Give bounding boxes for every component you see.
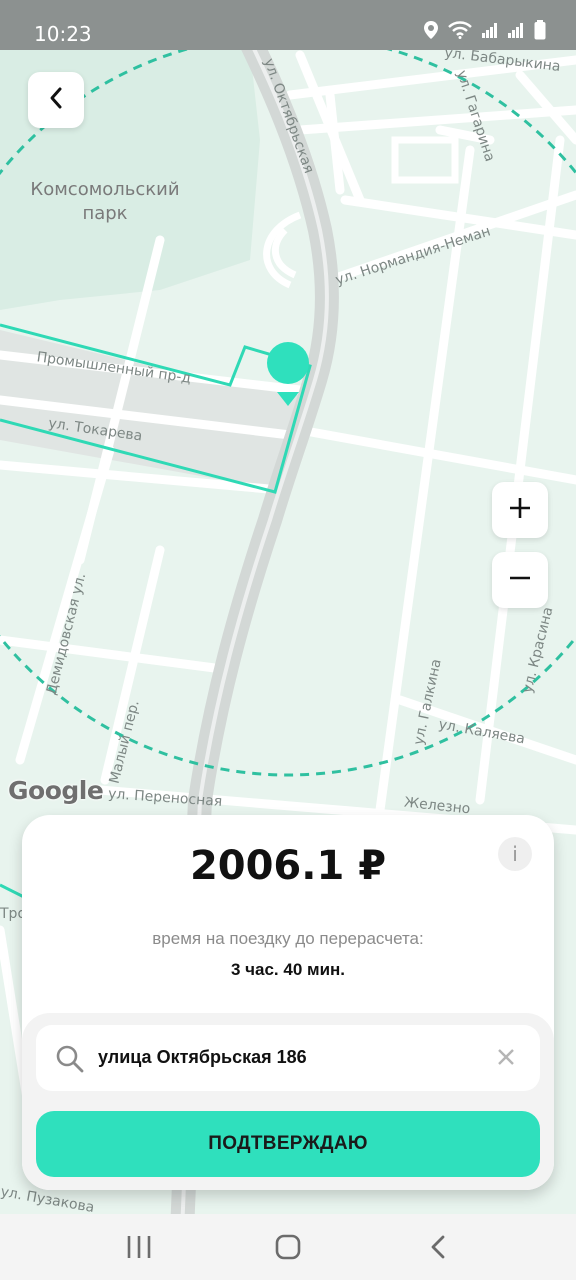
chevron-left-icon — [48, 86, 64, 115]
status-bar: 10:23 — [0, 0, 576, 50]
back-button[interactable] — [28, 72, 84, 128]
plus-icon — [508, 496, 532, 525]
wifi-icon — [448, 21, 472, 44]
system-nav-bar — [0, 1214, 576, 1280]
search-icon — [56, 1045, 84, 1078]
location-marker — [267, 342, 309, 384]
info-button[interactable]: i — [498, 837, 532, 871]
location-icon — [424, 21, 438, 44]
address-panel: улица Октябрьская 186 ПОДТВЕРЖДАЮ — [22, 1013, 554, 1190]
battery-icon — [534, 20, 546, 45]
address-value: улица Октябрьская 186 — [98, 1047, 307, 1067]
trip-sheet: 2006.1 ₽ i время на поездку до перерасче… — [22, 815, 554, 1190]
price-label: 2006.1 ₽ — [189, 843, 387, 889]
close-icon[interactable] — [494, 1045, 518, 1074]
trip-time-value: 3 час. 40 мин. — [230, 960, 346, 979]
back-nav-icon[interactable] — [428, 1232, 448, 1267]
home-icon[interactable] — [275, 1232, 301, 1267]
zoom-in-button[interactable] — [492, 482, 548, 538]
park-label: Комсомольский парк — [30, 179, 180, 224]
status-icons — [424, 20, 546, 45]
trip-time-caption: время на поездку до перерасчета: — [152, 929, 424, 948]
address-input[interactable]: улица Октябрьская 186 — [36, 1025, 540, 1091]
google-logo: Google — [8, 776, 104, 805]
zoom-out-button[interactable] — [492, 552, 548, 608]
minus-icon — [508, 566, 532, 595]
signal-icon — [482, 22, 498, 43]
status-time: 10:23 — [34, 22, 92, 46]
recent-apps-icon[interactable] — [126, 1232, 152, 1267]
info-icon: i — [512, 842, 518, 866]
confirm-button[interactable]: ПОДТВЕРЖДАЮ — [36, 1111, 540, 1177]
signal-icon — [508, 22, 524, 43]
